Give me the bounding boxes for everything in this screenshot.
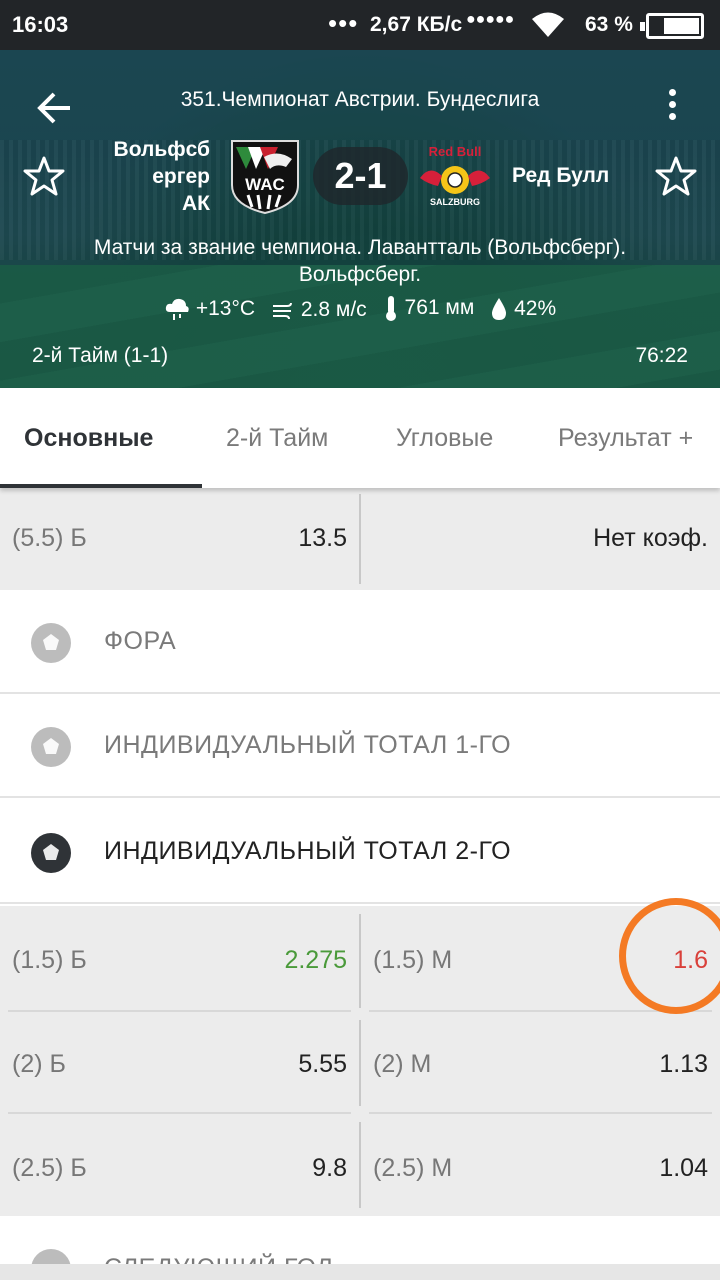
league-title: 351.Чемпионат Австрии. Бундеслига (180, 88, 540, 111)
match-header: 351.Чемпионат Австрии. Бундеслига Вольфс… (0, 50, 720, 388)
odds-cell-under-2-5[interactable]: (2.5) М 1.04 (361, 1114, 720, 1216)
active-tab-indicator (0, 484, 202, 488)
soccer-ball-icon (31, 623, 71, 663)
tab-result-plus[interactable]: Результат + (558, 424, 693, 453)
odds-cell-over[interactable]: (5.5) Б 13.5 (0, 488, 359, 590)
svg-text:SALZBURG: SALZBURG (430, 197, 480, 207)
match-venue: Матчи за звание чемпиона. Лавантталь (Во… (93, 236, 627, 286)
weather-info: +13°C 2.8 м/с 761 мм 42% (0, 294, 720, 328)
network-speed: 2,67 КБ/с (370, 13, 463, 36)
odds-cell-under[interactable]: Нет коэф. (361, 488, 720, 590)
favorite-star-icon-team2[interactable] (654, 154, 698, 198)
odds-cell-over-2-5[interactable]: (2.5) Б 9.8 (0, 1114, 359, 1216)
notification-dots: ••• (328, 8, 359, 38)
odds-label: (1.5) Б (12, 946, 87, 974)
odds-label: (2) Б (12, 1050, 66, 1078)
wind-icon (272, 302, 292, 320)
odds-value: 9.8 (312, 1154, 347, 1182)
odds-label: (2.5) М (373, 1154, 453, 1182)
match-clock: 76:22 (635, 344, 688, 367)
odds-cell-over-2[interactable]: (2) Б 5.55 (0, 1012, 359, 1112)
odds-value: 13.5 (298, 524, 347, 552)
odds-label: (5.5) Б (12, 524, 87, 552)
humidity: 42% (514, 297, 557, 320)
pressure: 761 мм (404, 296, 475, 319)
odds-value: 5.55 (298, 1050, 347, 1078)
battery-percent: 63 % (585, 13, 633, 36)
wifi-icon (532, 12, 564, 43)
section-handicap[interactable]: ФОРА (0, 590, 720, 694)
odds-value: Нет коэф. (593, 524, 708, 552)
svg-text:WAC: WAC (245, 175, 285, 194)
team2-logo: Red Bull SALZBURG (416, 142, 494, 210)
odds-label: (2) М (373, 1050, 432, 1078)
odds-cell-over-1-5[interactable]: (1.5) Б 2.275 (0, 906, 359, 1008)
thermometer-icon (385, 296, 396, 321)
temperature: +13°C (195, 297, 256, 320)
odds-row: (5.5) Б 13.5 Нет коэф. (0, 488, 720, 590)
tab-corners[interactable]: Угловые (396, 424, 493, 453)
battery-icon (640, 13, 704, 39)
odds-value: 1.13 (659, 1050, 708, 1078)
more-menu-icon[interactable] (660, 86, 684, 126)
odds-value: 1.04 (659, 1154, 708, 1182)
section-individual-total-2[interactable]: ИНДИВИДУАЛЬНЫЙ ТОТАЛ 2-ГО (0, 800, 720, 904)
rain-cloud-icon (165, 298, 189, 320)
soccer-ball-icon (31, 833, 71, 873)
status-bar: 16:03 ••• 2,67 КБ/с ●●●●● 63 % (0, 0, 720, 50)
svg-text:Red Bull: Red Bull (429, 144, 482, 159)
section-individual-total-1[interactable]: ИНДИВИДУАЛЬНЫЙ ТОТАЛ 1-ГО (0, 694, 720, 798)
odds-grid: (1.5) Б 2.275 (1.5) М 1.6 (2) Б 5.55 (2)… (0, 906, 720, 1216)
tab-second-half[interactable]: 2-й Тайм (226, 424, 328, 453)
favorite-star-icon-team1[interactable] (22, 154, 66, 198)
odds-value-up: 2.275 (284, 946, 347, 974)
odds-label: (1.5) М (373, 946, 453, 974)
section-title: ИНДИВИДУАЛЬНЫЙ ТОТАЛ 2-ГО (104, 837, 512, 865)
team1-logo: WAC (226, 135, 304, 215)
match-period: 2-й Тайм (1-1) (32, 344, 169, 367)
tab-main[interactable]: Основные (24, 424, 153, 453)
team2-name: Ред Булл (512, 164, 610, 187)
market-tabs: Основные 2-й Тайм Угловые Результат + (0, 388, 720, 488)
bottom-bar (0, 1264, 720, 1280)
match-score: 2-1 (313, 147, 408, 205)
odds-label: (2.5) Б (12, 1154, 87, 1182)
section-title: ИНДИВИДУАЛЬНЫЙ ТОТАЛ 1-ГО (104, 731, 512, 759)
team1-name: Вольфсб ергер АК (113, 138, 210, 215)
status-time: 16:03 (12, 12, 69, 37)
soccer-ball-icon (31, 727, 71, 767)
section-title: ФОРА (104, 627, 177, 655)
wind-speed: 2.8 м/с (300, 298, 367, 321)
odds-cell-under-2[interactable]: (2) М 1.13 (361, 1012, 720, 1112)
signal-icon: ●●●●● (466, 11, 515, 28)
humidity-drop-icon (492, 298, 507, 320)
